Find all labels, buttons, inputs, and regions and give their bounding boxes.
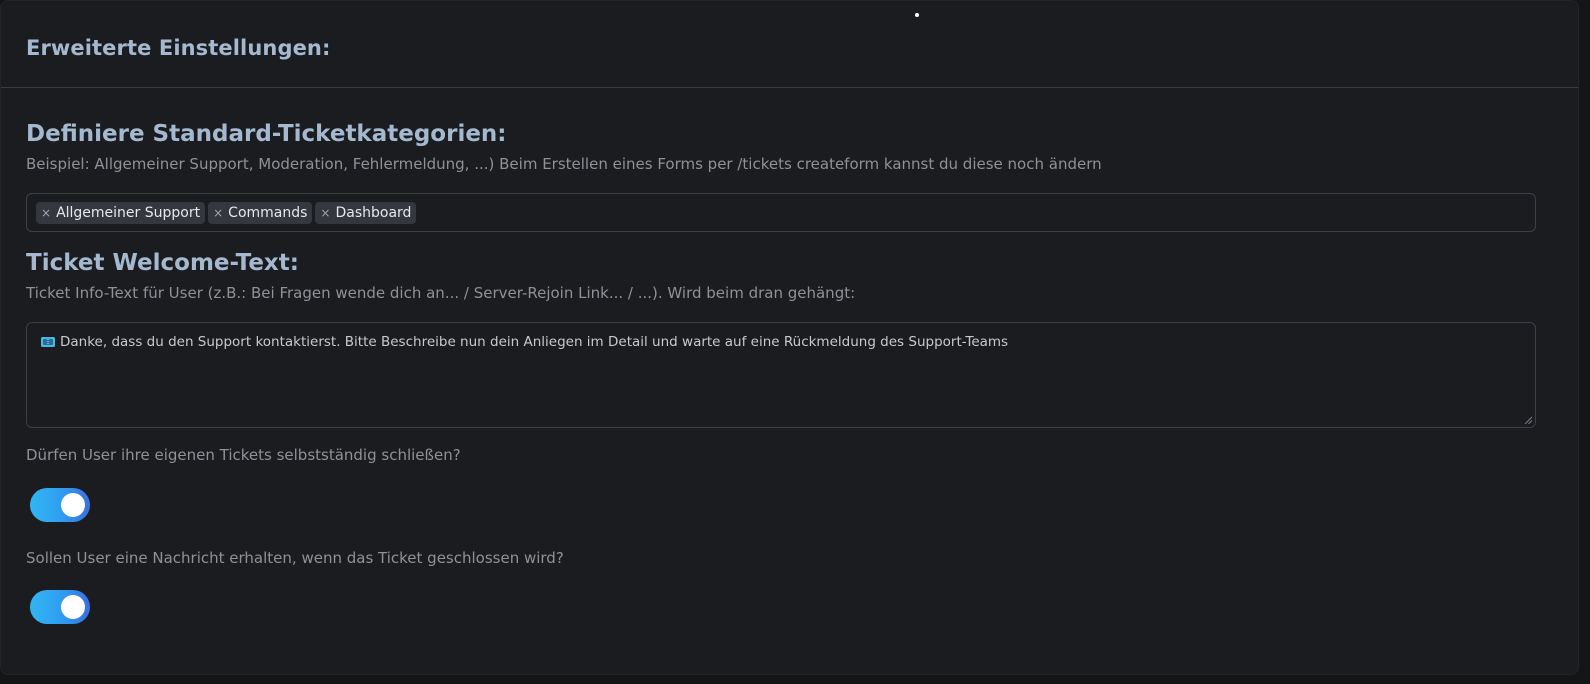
self-close-question: Dürfen User ihre eigenen Tickets selbsts… xyxy=(26,446,461,464)
close-notify-toggle[interactable] xyxy=(30,590,90,624)
remove-tag-icon[interactable]: × xyxy=(320,206,330,220)
welcome-text-input[interactable]: Danke, dass du den Support kontaktierst.… xyxy=(26,322,1536,428)
remove-tag-icon[interactable]: × xyxy=(213,206,223,220)
resize-handle-icon[interactable] xyxy=(1524,416,1532,424)
tag-label: Commands xyxy=(228,204,308,221)
toggle-knob xyxy=(61,493,85,517)
welcome-title: Ticket Welcome-Text: xyxy=(26,250,299,276)
close-notify-question: Sollen User eine Nachricht erhalten, wen… xyxy=(26,549,564,567)
categories-title: Definiere Standard-Ticketkategorien: xyxy=(26,121,507,147)
categories-description: Beispiel: Allgemeiner Support, Moderatio… xyxy=(26,155,1102,173)
tag-item: × Allgemeiner Support xyxy=(36,201,206,224)
advanced-settings-panel: Erweiterte Einstellungen: Definiere Stan… xyxy=(0,0,1579,675)
decorative-dot xyxy=(915,13,919,17)
page-title: Erweiterte Einstellungen: xyxy=(26,36,331,60)
tag-item: × Commands xyxy=(208,201,313,224)
self-close-toggle[interactable] xyxy=(30,488,90,522)
ticket-icon xyxy=(41,337,55,347)
toggle-knob xyxy=(61,595,85,619)
tag-label: Dashboard xyxy=(335,204,412,221)
tag-label: Allgemeiner Support xyxy=(56,204,201,221)
categories-tag-input[interactable]: × Allgemeiner Support × Commands × Dashb… xyxy=(26,193,1536,232)
remove-tag-icon[interactable]: × xyxy=(41,206,51,220)
tag-item: × Dashboard xyxy=(315,201,417,224)
welcome-description: Ticket Info-Text für User (z.B.: Bei Fra… xyxy=(26,284,856,302)
welcome-text-value: Danke, dass du den Support kontaktierst.… xyxy=(60,334,1009,350)
card-header: Erweiterte Einstellungen: xyxy=(1,1,1578,88)
